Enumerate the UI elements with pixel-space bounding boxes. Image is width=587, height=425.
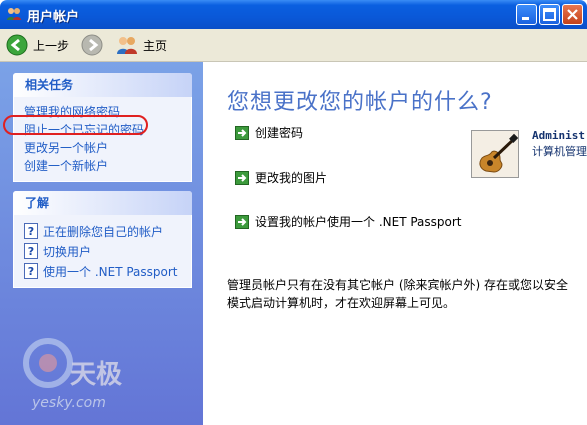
users-icon	[117, 37, 137, 54]
action-setup-net-passport[interactable]: 设置我的帐户使用一个 .NET Passport	[235, 213, 462, 230]
back-label: 上一步	[33, 38, 70, 53]
green-arrow-icon	[235, 214, 249, 229]
learn-item-label: 正在删除您自己的帐户	[43, 224, 164, 239]
home-label: 主页	[143, 38, 168, 53]
svg-text:?: ?	[28, 225, 34, 238]
learn-item-switch-users[interactable]: ? 切换用户	[24, 241, 191, 261]
learn-item-label: 使用一个 .NET Passport	[43, 264, 178, 279]
watermark-brand: 天极	[70, 360, 123, 390]
learn-about-list: ? 正在删除您自己的帐户 ? 切换用户 ? 使用一个 .NET Passport	[13, 215, 192, 288]
maximize-button[interactable]	[539, 4, 560, 25]
window-title: 用户帐户	[27, 10, 80, 25]
action-create-password[interactable]: 创建密码	[235, 124, 303, 141]
forward-arrow-icon	[81, 34, 103, 56]
svg-text:?: ?	[28, 265, 34, 278]
main-content: 您想更改您的帐户的什么? 创建密码 更改我的图片 设置我的帐户使用一个 .NET…	[203, 62, 587, 425]
minimize-button[interactable]	[516, 4, 537, 25]
maximize-icon	[543, 8, 556, 21]
guitar-icon	[472, 131, 518, 177]
learn-about-box: 了解 ? 正在删除您自己的帐户 ? 切换用户 ? 使用一个 .NET Passp…	[13, 191, 192, 288]
learn-item-delete-own-account[interactable]: ? 正在删除您自己的帐户	[24, 221, 191, 241]
action-change-picture[interactable]: 更改我的图片	[235, 169, 327, 186]
back-button[interactable]: 上一步	[6, 33, 69, 57]
forward-button[interactable]	[81, 33, 103, 57]
related-tasks-header[interactable]: 相关任务	[13, 73, 192, 97]
account-name: Administ	[532, 129, 585, 142]
watermark-logo: 天极 yesky.com	[23, 338, 123, 411]
watermark-site: yesky.com	[31, 395, 106, 411]
action-label: 设置我的帐户使用一个 .NET Passport	[255, 215, 462, 229]
title-bar[interactable]: 用户帐户	[0, 0, 587, 29]
action-label: 更改我的图片	[255, 171, 328, 185]
green-arrow-icon	[235, 125, 249, 140]
svg-text:?: ?	[28, 245, 34, 258]
help-topic-icon: ?	[24, 263, 38, 279]
home-button[interactable]: 主页	[116, 33, 167, 57]
account-picture	[471, 130, 519, 178]
toolbar: 上一步 主页	[0, 29, 587, 62]
account-type: 计算机管理	[532, 145, 587, 158]
users-icon	[7, 8, 21, 20]
back-arrow-icon	[6, 34, 28, 56]
page-title: 您想更改您的帐户的什么?	[227, 90, 493, 115]
close-button[interactable]	[562, 4, 583, 25]
close-icon	[567, 9, 578, 20]
help-topic-icon: ?	[24, 223, 38, 239]
task-link-change-another-account[interactable]: 更改另一个帐户	[24, 139, 191, 157]
red-highlight-circle	[3, 115, 148, 135]
admin-visibility-note: 管理员帐户只有在没有其它帐户 (除来宾帐户外) 存在或您以安全模式启动计算机时，…	[227, 278, 568, 310]
green-arrow-icon	[235, 170, 249, 185]
related-tasks-list: 管理我的网络密码 阻止一个已忘记的密码 更改另一个帐户 创建一个新帐户	[13, 97, 192, 182]
task-link-create-new-account[interactable]: 创建一个新帐户	[24, 157, 191, 175]
action-label: 创建密码	[255, 126, 304, 140]
learn-item-use-net-passport[interactable]: ? 使用一个 .NET Passport	[24, 261, 191, 281]
minimize-icon	[522, 17, 529, 20]
help-topic-icon: ?	[24, 243, 38, 259]
learn-item-label: 切换用户	[43, 244, 92, 259]
learn-about-header[interactable]: 了解	[13, 191, 192, 215]
